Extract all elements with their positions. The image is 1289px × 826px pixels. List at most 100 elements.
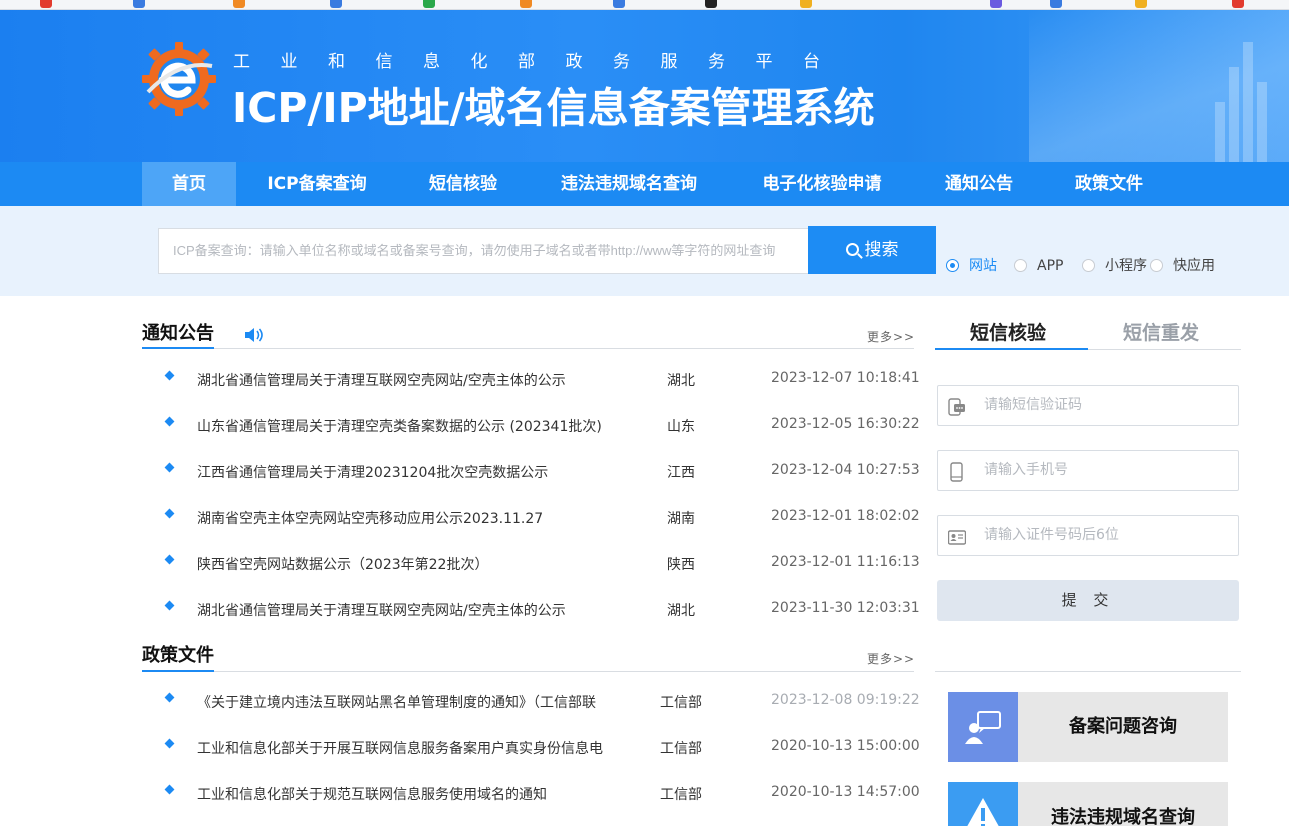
bookmark-icon[interactable]: [990, 0, 1002, 8]
notice-province: 湖北: [667, 603, 695, 619]
illegal-domain-card[interactable]: 违法违规域名查询: [948, 782, 1228, 826]
bookmark-icon[interactable]: [520, 0, 532, 8]
bookmark-icon[interactable]: [233, 0, 245, 8]
warning-icon: [948, 782, 1018, 826]
policy-source: 工信部: [660, 741, 702, 757]
miit-logo-icon: [142, 42, 216, 116]
main-nav: 首页 ICP备案查询 短信核验 违法违规域名查询 电子化核验申请 通知公告 政策…: [0, 162, 1289, 206]
bookmark-icon[interactable]: [705, 0, 717, 8]
bullet-icon: [164, 462, 175, 473]
system-title: ICP/IP地址/域名信息备案管理系统: [232, 84, 875, 132]
policy-title[interactable]: 《关于建立境内违法互联网站黑名单管理制度的通知》（工信部联: [197, 692, 627, 712]
notices-title: 通知公告: [142, 323, 214, 344]
bookmark-icon[interactable]: [423, 0, 435, 8]
sms-code-placeholder: 请输短信验证码: [984, 397, 1082, 413]
nav-notices[interactable]: 通知公告: [930, 162, 1028, 206]
nav-electronic-verification[interactable]: 电子化核验申请: [748, 162, 896, 206]
policy-source: 工信部: [660, 787, 702, 803]
policy-title[interactable]: 工业和信息化部关于规范互联网信息服务使用域名的通知: [197, 784, 627, 804]
notice-row[interactable]: 陕西省空壳网站数据公示（2023年第22批次） 陕西 2023-12-01 11…: [160, 554, 920, 578]
platform-subtitle: 工业和信息化部政务服务平台: [233, 52, 851, 72]
notice-title[interactable]: 湖北省通信管理局关于清理互联网空壳网站/空壳主体的公示: [197, 370, 627, 390]
radio-quick-app[interactable]: 快应用: [1150, 258, 1220, 274]
notice-title[interactable]: 江西省通信管理局关于清理20231204批次空壳数据公示: [197, 462, 627, 482]
bookmark-icon[interactable]: [613, 0, 625, 8]
bookmark-icon[interactable]: [133, 0, 145, 8]
policy-row[interactable]: 工业和信息化部关于规范互联网信息服务使用域名的通知 工信部 2020-10-13…: [160, 784, 920, 808]
phone-icon: [950, 462, 963, 482]
id-number-placeholder: 请输入证件号码后6位: [984, 527, 1119, 543]
notice-date: 2023-11-30 12:03:31: [771, 600, 920, 616]
notice-date: 2023-12-01 18:02:02: [771, 508, 920, 524]
policies-title: 政策文件: [142, 645, 214, 666]
bullet-icon: [164, 692, 175, 703]
notice-province: 江西: [667, 465, 695, 481]
nav-home[interactable]: 首页: [142, 162, 236, 206]
consult-icon: [948, 692, 1018, 762]
bookmark-icon[interactable]: [1135, 0, 1147, 8]
bullet-icon: [164, 554, 175, 565]
consult-label: 备案问题咨询: [1069, 716, 1177, 737]
building-graphic: [1215, 42, 1275, 162]
bookmark-icon[interactable]: [330, 0, 342, 8]
search-icon: [845, 243, 859, 256]
policy-row[interactable]: 《关于建立境内违法互联网站黑名单管理制度的通知》（工信部联 工信部 2023-1…: [160, 692, 920, 716]
notice-row[interactable]: 湖南省空壳主体空壳网站空壳移动应用公示2023.11.27 湖南 2023-12…: [160, 508, 920, 532]
radio-website[interactable]: 网站: [946, 258, 1006, 274]
bullet-icon: [164, 738, 175, 749]
notice-date: 2023-12-07 10:18:41: [771, 370, 920, 386]
notice-province: 湖南: [667, 511, 695, 527]
nav-sms-verify[interactable]: 短信核验: [415, 162, 511, 206]
icp-search-input[interactable]: ICP备案查询：请输入单位名称或域名或备案号查询，请勿使用子域名或者带http:…: [158, 228, 809, 274]
radio-mini-program[interactable]: 小程序: [1082, 258, 1150, 274]
notice-title[interactable]: 山东省通信管理局关于清理空壳类备案数据的公示 (202341批次): [197, 416, 627, 436]
notice-date: 2023-12-04 10:27:53: [771, 462, 920, 478]
notice-row[interactable]: 湖北省通信管理局关于清理互联网空壳网站/空壳主体的公示 湖北 2023-11-3…: [160, 600, 920, 624]
policy-row[interactable]: 工业和信息化部关于开展互联网信息服务备案用户真实身份信息电 工信部 2020-1…: [160, 738, 920, 762]
policy-title[interactable]: 工业和信息化部关于开展互联网信息服务备案用户真实身份信息电: [197, 738, 627, 758]
notice-title[interactable]: 湖北省通信管理局关于清理互联网空壳网站/空壳主体的公示: [197, 600, 627, 620]
bookmark-icon[interactable]: [1050, 0, 1062, 8]
notice-row[interactable]: 湖北省通信管理局关于清理互联网空壳网站/空壳主体的公示 湖北 2023-12-0…: [160, 370, 920, 394]
policies-more-link[interactable]: 更多>>: [867, 650, 915, 667]
notices-more-link[interactable]: 更多>>: [867, 328, 915, 345]
tab-sms-resend[interactable]: 短信重发: [1123, 318, 1199, 345]
bullet-icon: [164, 416, 175, 427]
notice-title[interactable]: 陕西省空壳网站数据公示（2023年第22批次）: [197, 554, 627, 574]
bookmarks-bar: [0, 0, 1289, 10]
notice-province: 陕西: [667, 557, 695, 573]
nav-policies[interactable]: 政策文件: [1062, 162, 1156, 206]
policy-date: 2023-12-08 09:19:22: [771, 692, 920, 708]
notice-province: 山东: [667, 419, 695, 435]
nav-icp-query[interactable]: ICP备案查询: [250, 162, 384, 206]
search-button-label: 搜索: [864, 240, 899, 260]
phone-placeholder: 请输入手机号: [984, 462, 1068, 478]
notice-date: 2023-12-01 11:16:13: [771, 554, 920, 570]
notice-province: 湖北: [667, 373, 695, 389]
policy-source: 工信部: [660, 695, 702, 711]
bookmark-icon[interactable]: [40, 0, 52, 8]
speaker-icon: [245, 328, 263, 342]
bookmark-icon[interactable]: [800, 0, 812, 8]
sms-code-icon: [948, 398, 965, 416]
notice-row[interactable]: 山东省通信管理局关于清理空壳类备案数据的公示 (202341批次) 山东 202…: [160, 416, 920, 440]
sms-code-field[interactable]: 请输短信验证码: [937, 385, 1239, 426]
nav-illegal-domain-query[interactable]: 违法违规域名查询: [544, 162, 714, 206]
bullet-icon: [164, 508, 175, 519]
id-number-field[interactable]: 请输入证件号码后6位: [937, 515, 1239, 556]
radio-app[interactable]: APP: [1014, 258, 1074, 274]
search-button[interactable]: 搜索: [808, 226, 936, 274]
bookmark-icon[interactable]: [1232, 0, 1244, 8]
tab-sms-verify[interactable]: 短信核验: [970, 318, 1046, 345]
illegal-domain-label: 违法违规域名查询: [1051, 807, 1195, 826]
id-card-icon: [948, 530, 966, 545]
consult-card[interactable]: 备案问题咨询: [948, 692, 1228, 762]
submit-button[interactable]: 提 交: [937, 580, 1239, 621]
notice-row[interactable]: 江西省通信管理局关于清理20231204批次空壳数据公示 江西 2023-12-…: [160, 462, 920, 486]
policy-date: 2020-10-13 14:57:00: [771, 784, 920, 800]
notice-date: 2023-12-05 16:30:22: [771, 416, 920, 432]
bullet-icon: [164, 370, 175, 381]
bullet-icon: [164, 600, 175, 611]
phone-field[interactable]: 请输入手机号: [937, 450, 1239, 491]
notice-title[interactable]: 湖南省空壳主体空壳网站空壳移动应用公示2023.11.27: [197, 508, 627, 528]
